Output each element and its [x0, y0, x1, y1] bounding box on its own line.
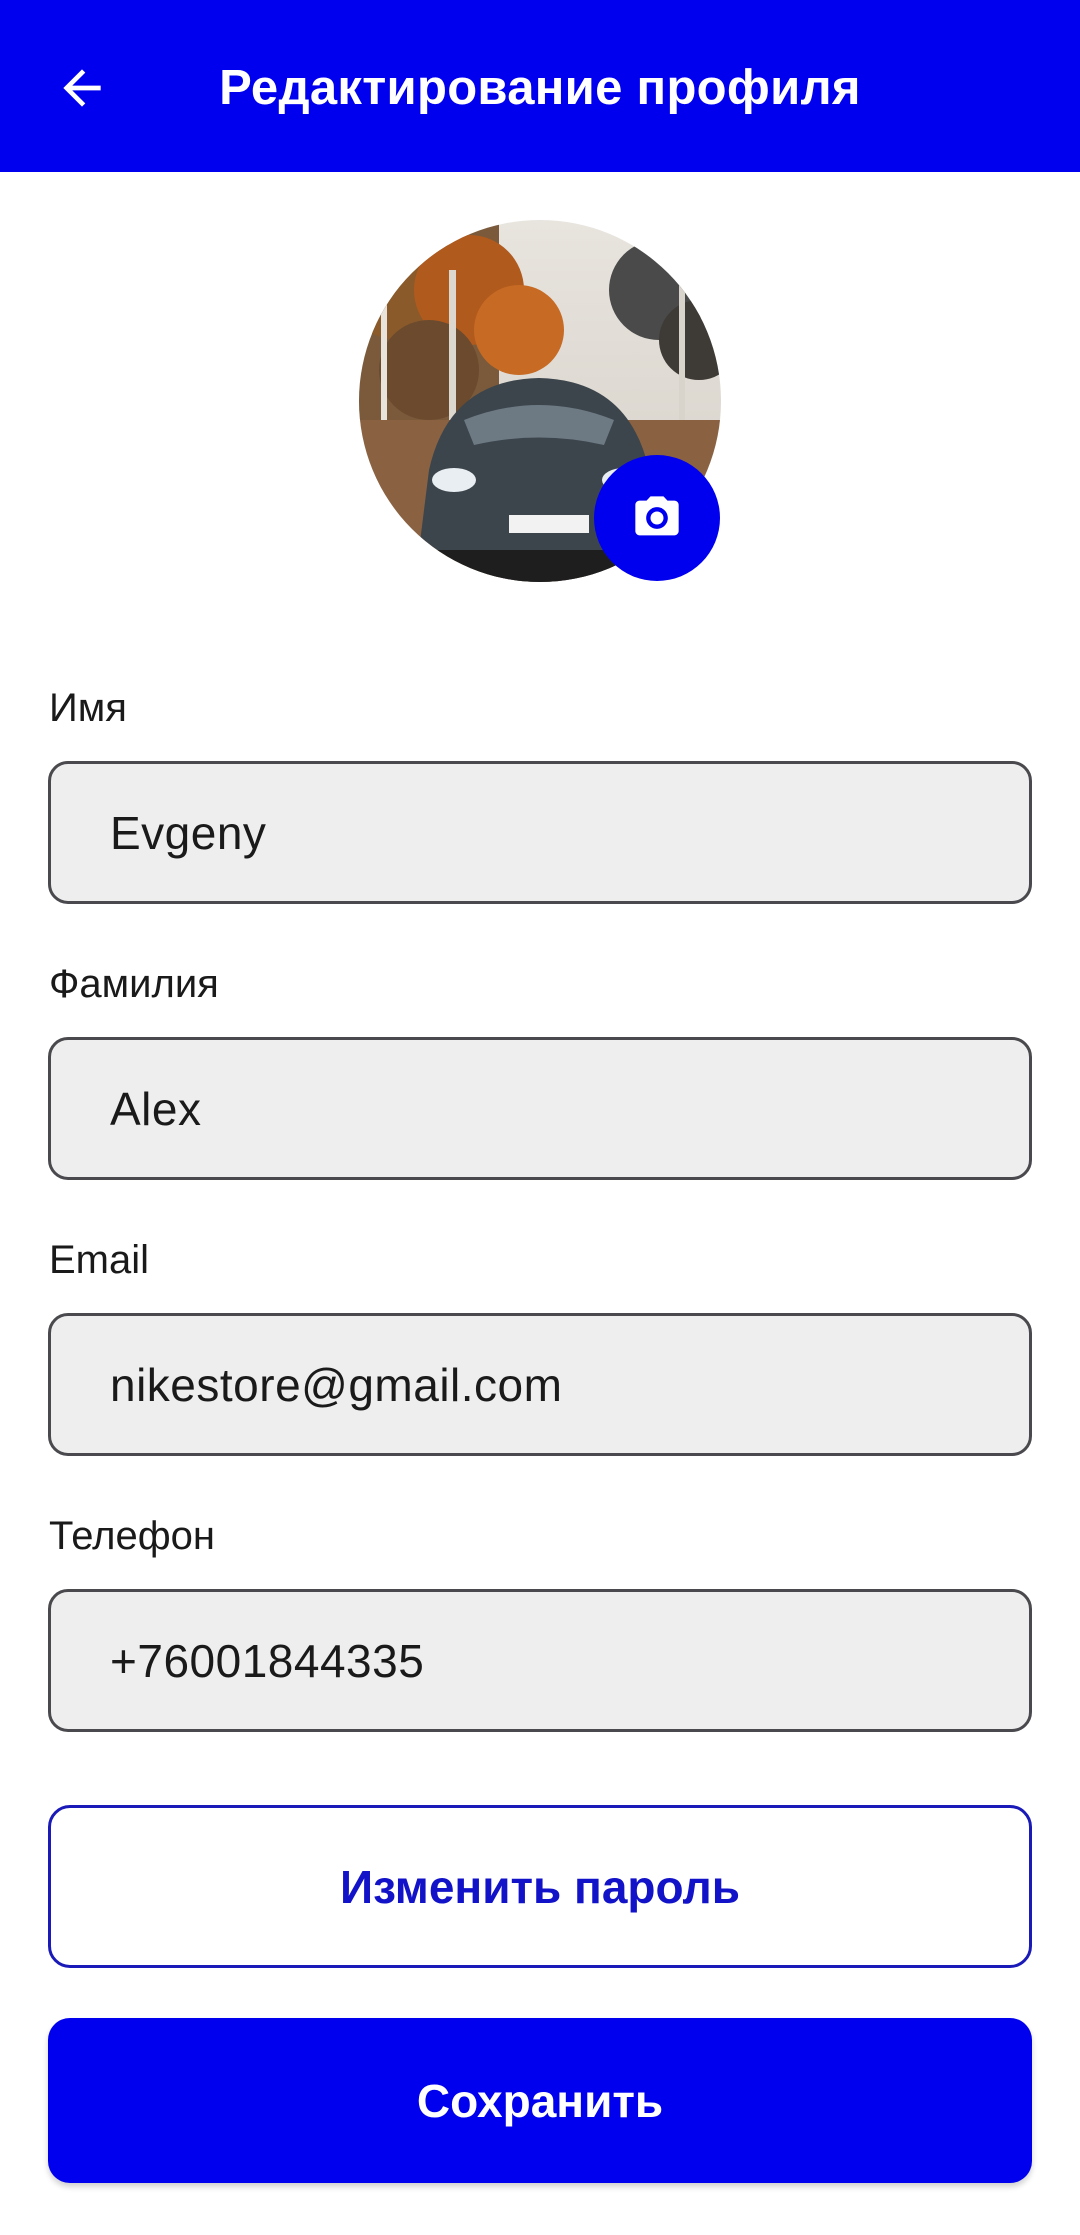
- last-name-label: Фамилия: [49, 962, 219, 1006]
- save-label: Сохранить: [416, 2074, 664, 2127]
- last-name-field-container: [48, 1037, 1032, 1180]
- avatar-container: [359, 220, 721, 582]
- email-field-container: [48, 1313, 1032, 1456]
- app-bar: Редактирование профиля: [0, 0, 1080, 172]
- camera-icon: [635, 496, 679, 536]
- change-password-button[interactable]: Изменить пароль: [48, 1805, 1032, 1968]
- first-name-input[interactable]: [110, 805, 1029, 860]
- page-title: Редактирование профиля: [219, 61, 861, 115]
- first-name-label: Имя: [49, 686, 127, 730]
- email-input[interactable]: [110, 1357, 1029, 1412]
- save-button[interactable]: Сохранить: [48, 2018, 1032, 2183]
- email-label: Email: [49, 1238, 150, 1282]
- phone-field-container: [48, 1589, 1032, 1732]
- change-password-label: Изменить пароль: [340, 1860, 740, 1913]
- first-name-field-container: [48, 761, 1032, 904]
- phone-label: Телефон: [49, 1514, 215, 1558]
- last-name-input[interactable]: [110, 1081, 1029, 1136]
- phone-input[interactable]: [110, 1633, 1029, 1688]
- change-photo-button[interactable]: [594, 455, 720, 581]
